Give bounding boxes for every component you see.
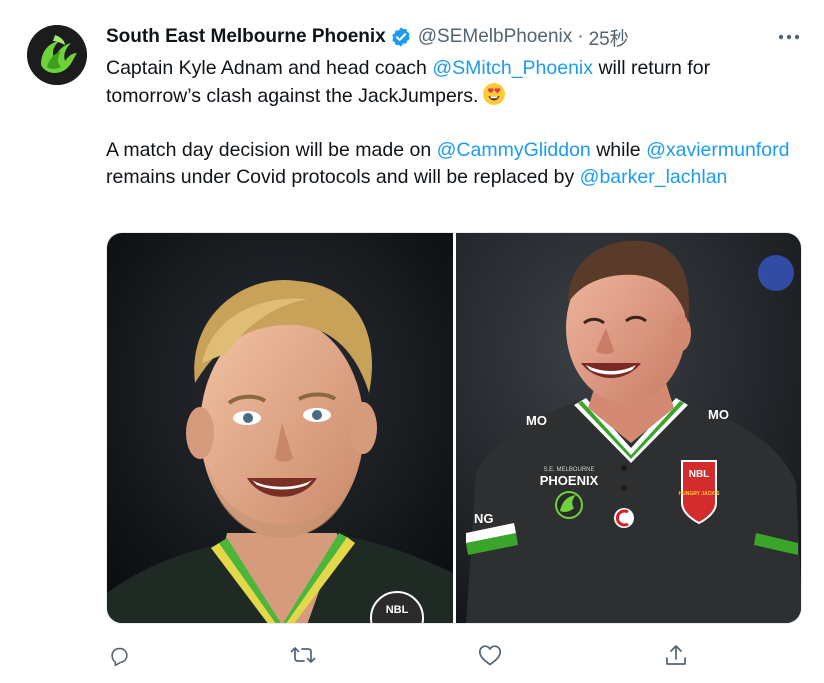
retweet-icon[interactable]: [288, 640, 318, 670]
author-handle[interactable]: @SEMelbPhoenix: [418, 26, 572, 48]
verified-badge-icon: [392, 27, 410, 47]
author-name[interactable]: South East Melbourne Phoenix: [106, 26, 386, 48]
text-segment: A match day decision will be made on: [106, 139, 437, 161]
phoenix-logo-icon: [27, 25, 87, 85]
nbl-badge-text: NBL: [688, 469, 709, 480]
mention-xavier-munford[interactable]: @xaviermunford: [646, 139, 789, 161]
tweet-paragraph-1: Captain Kyle Adnam and head coach @SMitc…: [106, 55, 796, 110]
coach-portrait-image: MO MO S.E. MELBOURNE PHOENIX NBL HUNGRY …: [455, 233, 801, 623]
shirt-sponsor-right-text: MO: [708, 407, 729, 422]
share-icon[interactable]: [661, 640, 691, 670]
tweet-paragraph-2: A match day decision will be made on @Ca…: [106, 137, 796, 191]
mention-cammy-gliddon[interactable]: @CammyGliddon: [437, 139, 591, 161]
text-segment: Captain Kyle Adnam and head coach: [106, 57, 433, 79]
player-portrait-image: NBL: [107, 233, 453, 623]
mention-barker-lachlan[interactable]: @barker_lachlan: [580, 166, 728, 188]
text-segment: remains under Covid protocols and will b…: [106, 166, 580, 188]
tweet: South East Melbourne Phoenix @SEMelbPhoe…: [0, 0, 824, 683]
shirt-chest-text: PHOENIX: [539, 473, 598, 488]
shirt-sleeve-text: NG: [474, 511, 494, 526]
mention-smitch-phoenix[interactable]: @SMitch_Phoenix: [432, 57, 593, 79]
more-options-icon[interactable]: [776, 26, 802, 48]
photo-head-coach[interactable]: MO MO S.E. MELBOURNE PHOENIX NBL HUNGRY …: [455, 233, 801, 623]
smiling-face-with-heart-eyes-icon: [483, 83, 506, 105]
nbl-badge-sub-text: HUNGRY JACK'S: [678, 491, 720, 497]
author-avatar[interactable]: [27, 25, 87, 85]
tweet-actions-bar: [0, 640, 824, 670]
timestamp[interactable]: 25秒: [589, 24, 629, 51]
photo-kyle-adnam[interactable]: NBL: [107, 233, 453, 623]
tweet-header: South East Melbourne Phoenix @SEMelbPhoe…: [106, 23, 629, 51]
separator-dot: ·: [577, 26, 584, 47]
tweet-text: Captain Kyle Adnam and head coach @SMitc…: [106, 55, 796, 191]
like-icon[interactable]: [475, 640, 505, 670]
jersey-logo-text: NBL: [386, 604, 409, 616]
tweet-media: NBL MO MO S.E. MELBOURNE PHOENIX NBL HUN…: [106, 232, 802, 624]
text-segment: while: [590, 139, 647, 161]
reply-icon[interactable]: [104, 640, 134, 670]
shirt-sponsor-left-text: MO: [526, 413, 547, 428]
